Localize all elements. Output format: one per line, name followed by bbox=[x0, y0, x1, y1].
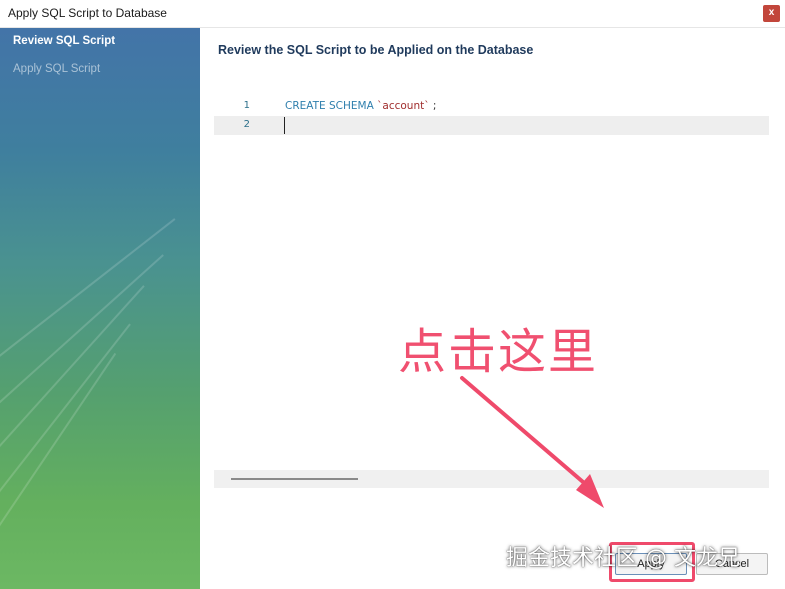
sql-terminator: ; bbox=[432, 100, 437, 112]
code-text: CREATE SCHEMA `account` ; bbox=[285, 100, 436, 112]
sidebar-step-apply: Apply SQL Script bbox=[13, 63, 101, 75]
watermark: 掘金技术社区 @ 文龙兄 bbox=[506, 546, 740, 571]
editor-line[interactable]: 1 CREATE SCHEMA `account` ; bbox=[214, 97, 769, 116]
sql-editor[interactable]: 1 CREATE SCHEMA `account` ; 2 bbox=[214, 94, 769, 470]
wizard-sidebar: Review SQL Script Apply SQL Script bbox=[0, 28, 200, 589]
sql-keyword: CREATE SCHEMA bbox=[285, 100, 374, 112]
page-title: Review the SQL Script to be Applied on t… bbox=[218, 43, 534, 57]
sidebar-decoration bbox=[0, 218, 176, 380]
line-number: 2 bbox=[243, 119, 250, 130]
horizontal-scrollbar[interactable] bbox=[214, 470, 769, 488]
sidebar-step-review: Review SQL Script bbox=[13, 35, 116, 47]
text-caret bbox=[284, 117, 285, 134]
close-button[interactable]: x bbox=[763, 5, 780, 22]
line-number: 1 bbox=[243, 100, 250, 111]
window-titlebar: Apply SQL Script to Database x bbox=[0, 0, 785, 28]
window-title: Apply SQL Script to Database bbox=[8, 6, 167, 20]
scrollbar-thumb[interactable] bbox=[231, 478, 358, 480]
annotation-label: 点击这里 bbox=[398, 324, 599, 380]
editor-line-current[interactable]: 2 bbox=[214, 116, 769, 135]
sql-identifier: `account` bbox=[377, 100, 430, 112]
